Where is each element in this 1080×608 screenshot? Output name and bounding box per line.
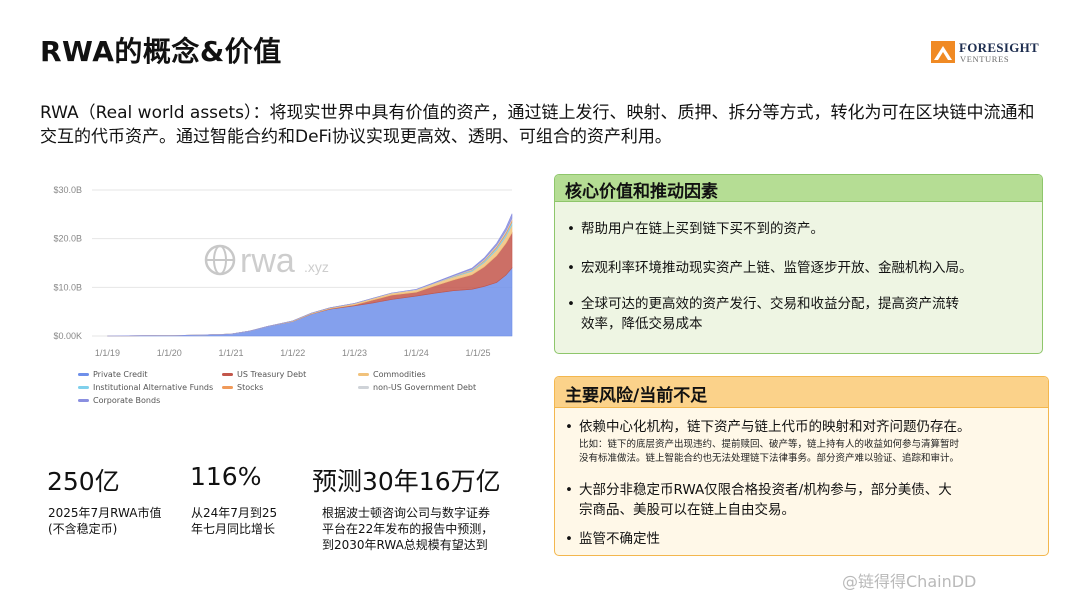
stat-market-cap-caption: 2025年7月RWA市值 (不含稳定币) bbox=[48, 505, 161, 537]
note-line: 没有标准做法。链上智能合约也无法处理链下法律事务。部分资产难以验证、追踪和审计。 bbox=[579, 453, 960, 464]
core-value-panel: 核心价值和推动因素 • 帮助用户在链上买到链下买不到的资产。 • 宏观利率环境推… bbox=[554, 174, 1043, 354]
item-text: 依赖中心化机构，链下资产与链上代币的映射和对齐问题仍存在。 bbox=[579, 419, 971, 435]
core-value-header: 核心价值和推动因素 bbox=[555, 175, 1042, 202]
legend-swatch bbox=[78, 373, 89, 376]
stat-forecast-caption: 根据波士顿咨询公司与数字证券 平台在22年发布的报告中预测， 到2030年RWA… bbox=[322, 505, 493, 553]
item-text: 帮助用户在链上买到链下买不到的资产。 bbox=[581, 221, 824, 237]
chart-watermark-suffix: .xyz bbox=[304, 259, 329, 275]
caption-line: 从24年7月到25 bbox=[191, 506, 278, 520]
risks-title: 主要风险/当前不足 bbox=[565, 386, 708, 406]
foresight-logo: FORESIGHT VENTURES bbox=[931, 40, 1043, 66]
item-text: 宗商品、美股可以在链上自由交易。 bbox=[579, 502, 795, 518]
stat-growth-caption: 从24年7月到25 年七月同比增长 bbox=[191, 505, 277, 537]
y-tick-label: $20.0B bbox=[53, 234, 82, 244]
caption-line: (不含稳定币) bbox=[48, 522, 118, 536]
legend-item: Corporate Bonds bbox=[78, 396, 160, 405]
legend-swatch bbox=[358, 386, 369, 389]
legend-swatch bbox=[78, 399, 89, 402]
note-line: 比如：链下的底层资产出现违约、提前赎回、破产等，链上持有人的收益如何参与清算暂时 bbox=[579, 439, 960, 450]
stat-market-cap-value: 250亿 bbox=[47, 467, 120, 496]
item-text: 监管不确定性 bbox=[579, 531, 660, 547]
core-value-item: • 宏观利率环境推动现实资产上链、监管逐步开放、金融机构入局。 bbox=[567, 258, 973, 278]
source-watermark: @链得得ChainDD bbox=[842, 572, 977, 591]
bullet-icon: • bbox=[565, 419, 573, 435]
logo-subname: VENTURES bbox=[960, 54, 1010, 64]
item-text: 全球可达的更高效的资产发行、交易和收益分配，提高资产流转 bbox=[581, 296, 959, 312]
legend-label: non-US Government Debt bbox=[373, 383, 477, 392]
bullet-icon: • bbox=[567, 260, 575, 276]
x-tick-label: 1/1/21 bbox=[218, 348, 243, 358]
x-tick-label: 1/1/24 bbox=[404, 348, 429, 358]
caption-line: 根据波士顿咨询公司与数字证券 bbox=[322, 506, 491, 520]
legend-label: Institutional Alternative Funds bbox=[93, 383, 214, 392]
bullet-icon: • bbox=[567, 296, 575, 312]
page-title: RWA的概念&价值 bbox=[40, 35, 282, 68]
y-tick-label: $30.0B bbox=[53, 185, 82, 195]
foresight-logo-icon bbox=[931, 41, 955, 63]
legend-swatch bbox=[222, 373, 233, 376]
bullet-icon: • bbox=[565, 482, 573, 498]
intro-paragraph: RWA（Real world assets）：将现实世界中具有价值的资产，通过链… bbox=[40, 103, 1035, 147]
caption-line: 到2030年RWA总规模有望达到 bbox=[322, 538, 488, 552]
bullet-icon: • bbox=[565, 531, 573, 547]
item-text: 宏观利率环境推动现实资产上链、监管逐步开放、金融机构入局。 bbox=[581, 260, 973, 276]
x-tick-label: 1/1/19 bbox=[95, 348, 120, 358]
risk-note: 比如：链下的底层资产出现违约、提前赎回、破产等，链上持有人的收益如何参与清算暂时… bbox=[579, 438, 959, 466]
core-value-item: • 全球可达的更高效的资产发行、交易和收益分配，提高资产流转 效率，降低交易成本 bbox=[567, 294, 959, 334]
x-tick-label: 1/1/23 bbox=[342, 348, 367, 358]
legend-swatch bbox=[78, 386, 89, 389]
risks-panel: 主要风险/当前不足 • 依赖中心化机构，链下资产与链上代币的映射和对齐问题仍存在… bbox=[554, 376, 1049, 556]
legend-item: Private Credit bbox=[78, 370, 148, 379]
chart-canvas: $30.0B $20.0B $10.0B $0.00K 1/1/19 1/1/20 1/1/… bbox=[53, 185, 513, 358]
y-tick-label: $0.00K bbox=[53, 331, 82, 341]
legend-label: Stocks bbox=[237, 383, 264, 392]
risk-item: • 监管不确定性 bbox=[565, 529, 660, 549]
caption-line: 2025年7月RWA市值 bbox=[48, 506, 162, 520]
caption-line: 年七月同比增长 bbox=[191, 522, 276, 536]
x-tick-label: 1/1/25 bbox=[466, 348, 491, 358]
legend-item: US Treasury Debt bbox=[222, 370, 306, 379]
stat-forecast-value: 预测30年16万亿 bbox=[312, 467, 501, 496]
risk-item: • 依赖中心化机构，链下资产与链上代币的映射和对齐问题仍存在。 bbox=[565, 417, 971, 437]
caption-line: 平台在22年发布的报告中预测， bbox=[322, 522, 494, 536]
chart-watermark: rwa bbox=[240, 242, 295, 280]
item-text: 效率，降低交易成本 bbox=[581, 316, 703, 332]
x-tick-label: 1/1/20 bbox=[157, 348, 182, 358]
core-value-item: • 帮助用户在链上买到链下买不到的资产。 bbox=[567, 219, 824, 239]
x-tick-label: 1/1/22 bbox=[280, 348, 305, 358]
legend-swatch bbox=[358, 373, 369, 376]
rwa-area-chart: $30.0B $20.0B $10.0B $0.00K 1/1/19 1/1/20 1/1/… bbox=[40, 178, 520, 418]
item-text: 大部分非稳定币RWA仅限合格投资者/机构参与，部分美债、大 bbox=[579, 482, 952, 498]
legend-label: US Treasury Debt bbox=[237, 370, 307, 379]
legend-item: Institutional Alternative Funds bbox=[78, 383, 213, 392]
stat-growth-value: 116% bbox=[190, 462, 262, 491]
legend-label: Commodities bbox=[373, 370, 426, 379]
y-tick-label: $10.0B bbox=[53, 282, 82, 292]
legend-item: non-US Government Debt bbox=[358, 383, 476, 392]
legend-label: Corporate Bonds bbox=[93, 396, 161, 405]
bullet-icon: • bbox=[567, 221, 575, 237]
legend-label: Private Credit bbox=[93, 370, 148, 379]
core-value-title: 核心价值和推动因素 bbox=[565, 182, 718, 202]
legend-item: Stocks bbox=[222, 383, 263, 392]
legend-swatch bbox=[222, 386, 233, 389]
risk-item: • 大部分非稳定币RWA仅限合格投资者/机构参与，部分美债、大 宗商品、美股可以… bbox=[565, 480, 952, 520]
legend-item: Commodities bbox=[358, 370, 426, 379]
risks-header: 主要风险/当前不足 bbox=[555, 377, 1048, 408]
